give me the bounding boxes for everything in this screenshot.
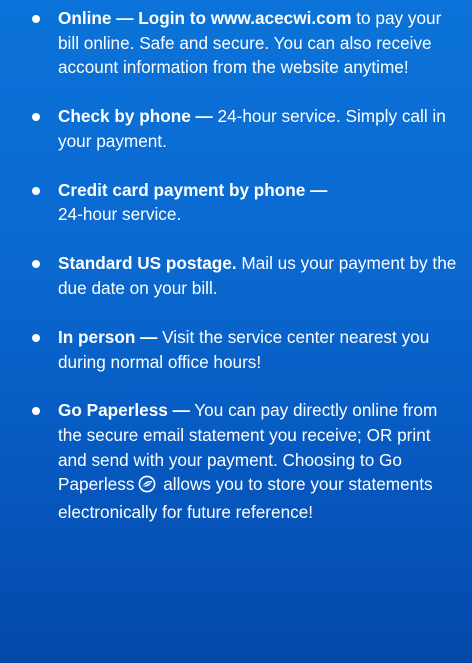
option-description-credit-card: 24-hour service.: [58, 204, 182, 225]
option-title-online: Online — Login to www.acecwi.com: [58, 8, 352, 28]
option-title-credit-card: Credit card payment by phone —: [58, 179, 328, 200]
list-item-check-by-phone: Check by phone — 24-hour service. Simply…: [32, 104, 458, 153]
bullet-icon: [32, 333, 40, 342]
list-item-in-person: In person — Visit the service center nea…: [32, 325, 458, 374]
list-item-credit-card: Credit card payment by phone — 24-hour s…: [32, 178, 458, 227]
list-item-online: Online — Login to www.acecwi.com to pay …: [32, 6, 458, 80]
payment-options-panel: Online — Login to www.acecwi.com to pay …: [0, 0, 472, 663]
leaf-circle-icon: [138, 475, 156, 500]
bullet-icon: [32, 15, 40, 23]
bullet-icon: [32, 113, 40, 122]
payment-options-list: Online — Login to www.acecwi.com to pay …: [32, 6, 458, 524]
option-title-check-by-phone: Check by phone —: [58, 106, 213, 127]
bullet-icon: [32, 260, 40, 269]
option-title-in-person: In person —: [58, 326, 158, 347]
bullet-icon: [32, 186, 40, 195]
option-title-us-postage: Standard US postage.: [58, 253, 237, 274]
list-item-us-postage: Standard US postage. Mail us your paymen…: [32, 251, 458, 300]
list-item-go-paperless: Go Paperless — You can pay directly onli…: [32, 398, 458, 524]
bullet-icon: [32, 407, 40, 416]
option-title-go-paperless: Go Paperless —: [58, 400, 190, 421]
